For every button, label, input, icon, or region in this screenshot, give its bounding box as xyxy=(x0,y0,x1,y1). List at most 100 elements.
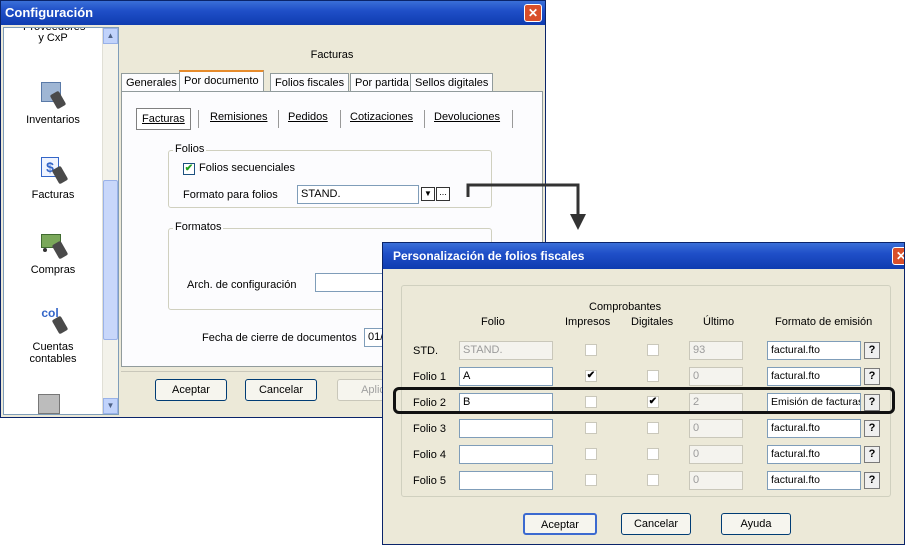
folios-secuenciales-checkbox[interactable]: ✔ xyxy=(183,163,195,175)
help-icon[interactable]: ? xyxy=(864,394,880,411)
help-icon[interactable]: ? xyxy=(864,420,880,437)
ultimo-input[interactable]: 0 xyxy=(689,471,743,490)
subtab-bar: Facturas Remisiones Pedidos Cotizaciones… xyxy=(136,108,514,134)
formato-emision-input[interactable]: factural.fto xyxy=(767,367,861,386)
digitales-checkbox[interactable] xyxy=(647,474,659,486)
subtab-pedidos[interactable]: Pedidos xyxy=(288,111,328,123)
config-title: Configuración xyxy=(5,5,94,20)
header-impresos: Impresos xyxy=(565,316,611,328)
impresos-checkbox[interactable] xyxy=(585,448,597,460)
scroll-down-icon[interactable]: ▼ xyxy=(103,398,118,414)
tab-por-partida[interactable]: Por partida xyxy=(350,73,414,92)
folios-secuenciales-label: Folios secuenciales xyxy=(199,162,295,174)
folio-input[interactable]: A xyxy=(459,367,553,386)
subtab-cotizaciones[interactable]: Cotizaciones xyxy=(350,111,413,123)
ultimo-input[interactable]: 0 xyxy=(689,445,743,464)
sidebar-item-label: Facturas xyxy=(31,189,75,201)
digitales-checkbox[interactable] xyxy=(647,422,659,434)
help-icon[interactable]: ? xyxy=(864,472,880,489)
purchases-icon xyxy=(37,228,69,260)
sidebar: Proveedores y CxP Inventarios $ Facturas xyxy=(3,27,119,415)
folios-dialog: Personalización de folios fiscales ✕ Com… xyxy=(382,242,905,545)
folio-input[interactable]: B xyxy=(459,393,553,412)
formato-folios-label: Formato para folios xyxy=(183,189,278,201)
sidebar-item-more[interactable] xyxy=(38,390,68,414)
catalog-icon xyxy=(38,394,60,414)
impresos-checkbox[interactable] xyxy=(585,396,597,408)
sidebar-item-label: Proveedores y CxP xyxy=(23,27,86,44)
sidebar-item-proveedores[interactable]: Proveedores y CxP xyxy=(4,27,102,44)
folio-row-label: Folio 5 xyxy=(413,475,447,487)
digitales-checkbox[interactable] xyxy=(647,448,659,460)
subtab-facturas[interactable]: Facturas xyxy=(136,108,191,130)
header-folio: Folio xyxy=(481,316,505,328)
formato-folios-input[interactable]: STAND. xyxy=(297,185,419,204)
table-row: Folio 3 0 factural.fto? xyxy=(383,419,905,441)
folio-row-label: STD. xyxy=(413,345,439,357)
digitales-checkbox[interactable] xyxy=(647,370,659,382)
dialog-help-button[interactable]: Ayuda xyxy=(721,513,791,535)
header-formato: Formato de emisión xyxy=(775,316,873,328)
folios-dialog-title: Personalización de folios fiscales xyxy=(393,249,585,263)
table-row: STD. STAND. 93 factural.fto? xyxy=(383,341,905,363)
scroll-thumb[interactable] xyxy=(103,180,118,340)
help-icon[interactable]: ? xyxy=(864,368,880,385)
page-title: Facturas xyxy=(310,49,354,61)
table-row: Folio 1 A ✔ 0 factural.fto? xyxy=(383,367,905,389)
help-icon[interactable]: ? xyxy=(864,446,880,463)
folio-input[interactable] xyxy=(459,471,553,490)
cancel-button[interactable]: Cancelar xyxy=(245,379,317,401)
folio-input[interactable] xyxy=(459,445,553,464)
ultimo-input[interactable]: 2 xyxy=(689,393,743,412)
impresos-checkbox[interactable]: ✔ xyxy=(585,370,597,382)
formato-emision-input[interactable]: factural.fto xyxy=(767,471,861,490)
accounts-icon: col xyxy=(37,303,69,335)
subtab-devoluciones[interactable]: Devoluciones xyxy=(434,111,500,123)
table-row: Folio 2 B ✔ 2 Emisión de facturas? xyxy=(383,393,905,415)
tab-sellos-digitales[interactable]: Sellos digitales xyxy=(410,73,494,92)
close-icon[interactable]: ✕ xyxy=(892,247,904,265)
ultimo-input[interactable]: 0 xyxy=(689,367,743,386)
formato-emision-input[interactable]: factural.fto xyxy=(767,445,861,464)
tab-generales[interactable]: Generales xyxy=(121,73,182,92)
formato-emision-input[interactable]: Emisión de facturas xyxy=(767,393,861,412)
dialog-accept-button[interactable]: Aceptar xyxy=(523,513,597,535)
impresos-checkbox[interactable] xyxy=(585,344,597,356)
dialog-cancel-button[interactable]: Cancelar xyxy=(621,513,691,535)
ultimo-input[interactable]: 0 xyxy=(689,419,743,438)
folio-row-label: Folio 3 xyxy=(413,423,447,435)
digitales-checkbox[interactable]: ✔ xyxy=(647,396,659,408)
folio-row-label: Folio 1 xyxy=(413,371,447,383)
tab-por-documento[interactable]: Por documento xyxy=(179,70,264,92)
close-icon[interactable]: ✕ xyxy=(524,4,542,22)
accept-button[interactable]: Aceptar xyxy=(155,379,227,401)
sidebar-item-facturas[interactable]: $ Facturas xyxy=(4,153,102,201)
sidebar-item-label: Cuentas contables xyxy=(29,341,77,365)
impresos-checkbox[interactable] xyxy=(585,474,597,486)
header-comprobantes: Comprobantes xyxy=(589,301,662,313)
formato-ellipsis-button[interactable]: ... xyxy=(436,187,450,201)
folios-group: Folios ✔ Folios secuenciales Formato par… xyxy=(168,143,492,208)
config-file-label: Arch. de configuración xyxy=(187,279,297,291)
impresos-checkbox[interactable] xyxy=(585,422,597,434)
help-icon[interactable]: ? xyxy=(864,342,880,359)
sidebar-scrollbar[interactable]: ▲ ▼ xyxy=(102,28,118,414)
sidebar-item-cuentas[interactable]: col Cuentas contables xyxy=(4,303,102,365)
formato-dropdown-button[interactable]: ▼ xyxy=(421,187,435,201)
folio-input[interactable]: STAND. xyxy=(459,341,553,360)
scroll-up-icon[interactable]: ▲ xyxy=(103,28,118,44)
ultimo-input[interactable]: 93 xyxy=(689,341,743,360)
formato-emision-input[interactable]: factural.fto xyxy=(767,419,861,438)
formato-emision-input[interactable]: factural.fto xyxy=(767,341,861,360)
sidebar-item-compras[interactable]: Compras xyxy=(4,228,102,276)
folio-input[interactable] xyxy=(459,419,553,438)
tab-folios-fiscales[interactable]: Folios fiscales xyxy=(270,73,350,92)
digitales-checkbox[interactable] xyxy=(647,344,659,356)
config-titlebar: Configuración ✕ xyxy=(1,1,545,25)
folios-dialog-titlebar: Personalización de folios fiscales ✕ xyxy=(383,243,904,269)
folio-row-label: Folio 4 xyxy=(413,449,447,461)
sidebar-item-label: Inventarios xyxy=(26,114,80,126)
table-row: Folio 5 0 factural.fto? xyxy=(383,471,905,493)
sidebar-item-inventarios[interactable]: Inventarios xyxy=(4,78,102,126)
subtab-remisiones[interactable]: Remisiones xyxy=(210,111,267,123)
